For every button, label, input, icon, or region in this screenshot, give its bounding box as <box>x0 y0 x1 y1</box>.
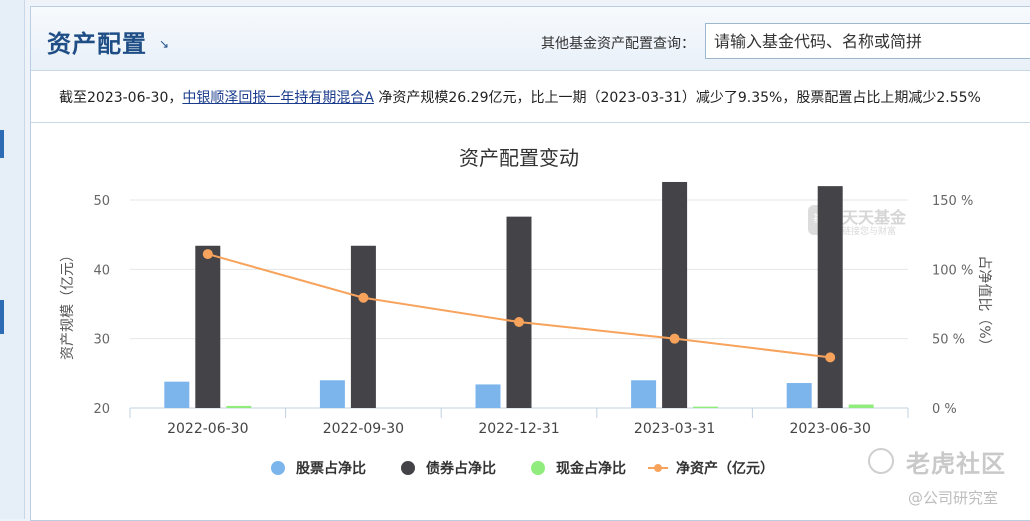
net-asset-point <box>825 352 836 363</box>
asset-allocation-chart: 资产配置变动 20 0 % 30 50 % 40 100 % 50 150 % 2022-06-3… <box>60 146 992 477</box>
bar-1 <box>786 383 812 408</box>
left-side-tab[interactable] <box>0 300 4 334</box>
x-tick-label: 2022-09-30 <box>323 421 404 437</box>
y-right-tick-label: 0 % <box>932 402 957 417</box>
net-asset-point <box>358 292 369 303</box>
net-asset-point <box>669 333 680 344</box>
bar-3 <box>226 405 252 408</box>
y-right-tick-label: 150 % <box>932 194 973 209</box>
legend-label: 现金占净比 <box>556 460 626 477</box>
bar-1 <box>164 381 190 408</box>
legend-marker-icon <box>401 461 415 475</box>
y-left-axis-title: 资产规模（亿元） <box>60 248 76 360</box>
x-tick-label: 2023-03-31 <box>634 421 715 437</box>
panel-title: 资产配置 <box>47 30 147 58</box>
legend-label: 净资产（亿元） <box>676 460 774 477</box>
y-right-tick-label: 50 % <box>932 333 965 348</box>
legend-marker-icon <box>654 464 662 472</box>
bar-2 <box>817 186 843 408</box>
bar-2 <box>350 245 376 408</box>
tiger-logo-icon <box>868 448 894 474</box>
account-watermark: @公司研究室 <box>908 489 999 507</box>
summary-suffix: 净资产规模26.29亿元，比上一期（2023-03-31）减少了9.35%，股票… <box>373 90 981 106</box>
net-asset-point <box>202 249 213 260</box>
y-right-axis-title: 占净值比（%） <box>976 255 992 352</box>
legend-label: 股票占净比 <box>296 460 366 477</box>
bar-1 <box>319 380 345 408</box>
legend-marker-icon <box>531 461 545 475</box>
left-side-tab[interactable] <box>0 130 4 158</box>
x-tick-label: 2022-12-31 <box>478 421 559 437</box>
divider <box>31 122 1030 123</box>
bar-3 <box>693 406 719 408</box>
summary-text: 截至2023-06-30，中银顺泽回报一年持有期混合A 净资产规模26.29亿元… <box>59 87 981 107</box>
y-right-tick-label: 100 % <box>932 263 973 278</box>
bar-2 <box>662 181 688 408</box>
brand-watermark: 老虎社区 <box>906 450 1006 478</box>
legend-label: 债券占净比 <box>426 460 496 477</box>
bar-2 <box>195 245 221 408</box>
panel-header: 资产配置 ↘ 其他基金资产配置查询： <box>31 7 1030 71</box>
y-left-tick-label: 50 <box>93 194 110 209</box>
x-tick-label: 2022-06-30 <box>167 421 248 437</box>
fund-name-link[interactable]: 中银顺泽回报一年持有期混合A <box>182 90 374 106</box>
bar-1 <box>475 384 501 408</box>
y-left-tick-label: 20 <box>93 402 110 417</box>
net-asset-point <box>514 317 524 328</box>
legend-marker-icon <box>271 461 285 475</box>
bar-3 <box>848 404 874 408</box>
y-left-tick-label: 40 <box>93 263 110 278</box>
x-tick-label: 2023-06-30 <box>790 421 871 437</box>
summary-prefix: 截至2023-06-30， <box>59 90 183 106</box>
fund-search-input[interactable] <box>705 23 1030 59</box>
y-left-tick-label: 30 <box>93 333 110 348</box>
bar-1 <box>631 380 657 408</box>
chart-title: 资产配置变动 <box>459 146 579 170</box>
query-label: 其他基金资产配置查询： <box>541 36 695 52</box>
title-link-arrow-icon[interactable]: ↘ <box>159 37 169 51</box>
bar-2 <box>506 216 532 408</box>
left-side-strip <box>0 0 25 519</box>
